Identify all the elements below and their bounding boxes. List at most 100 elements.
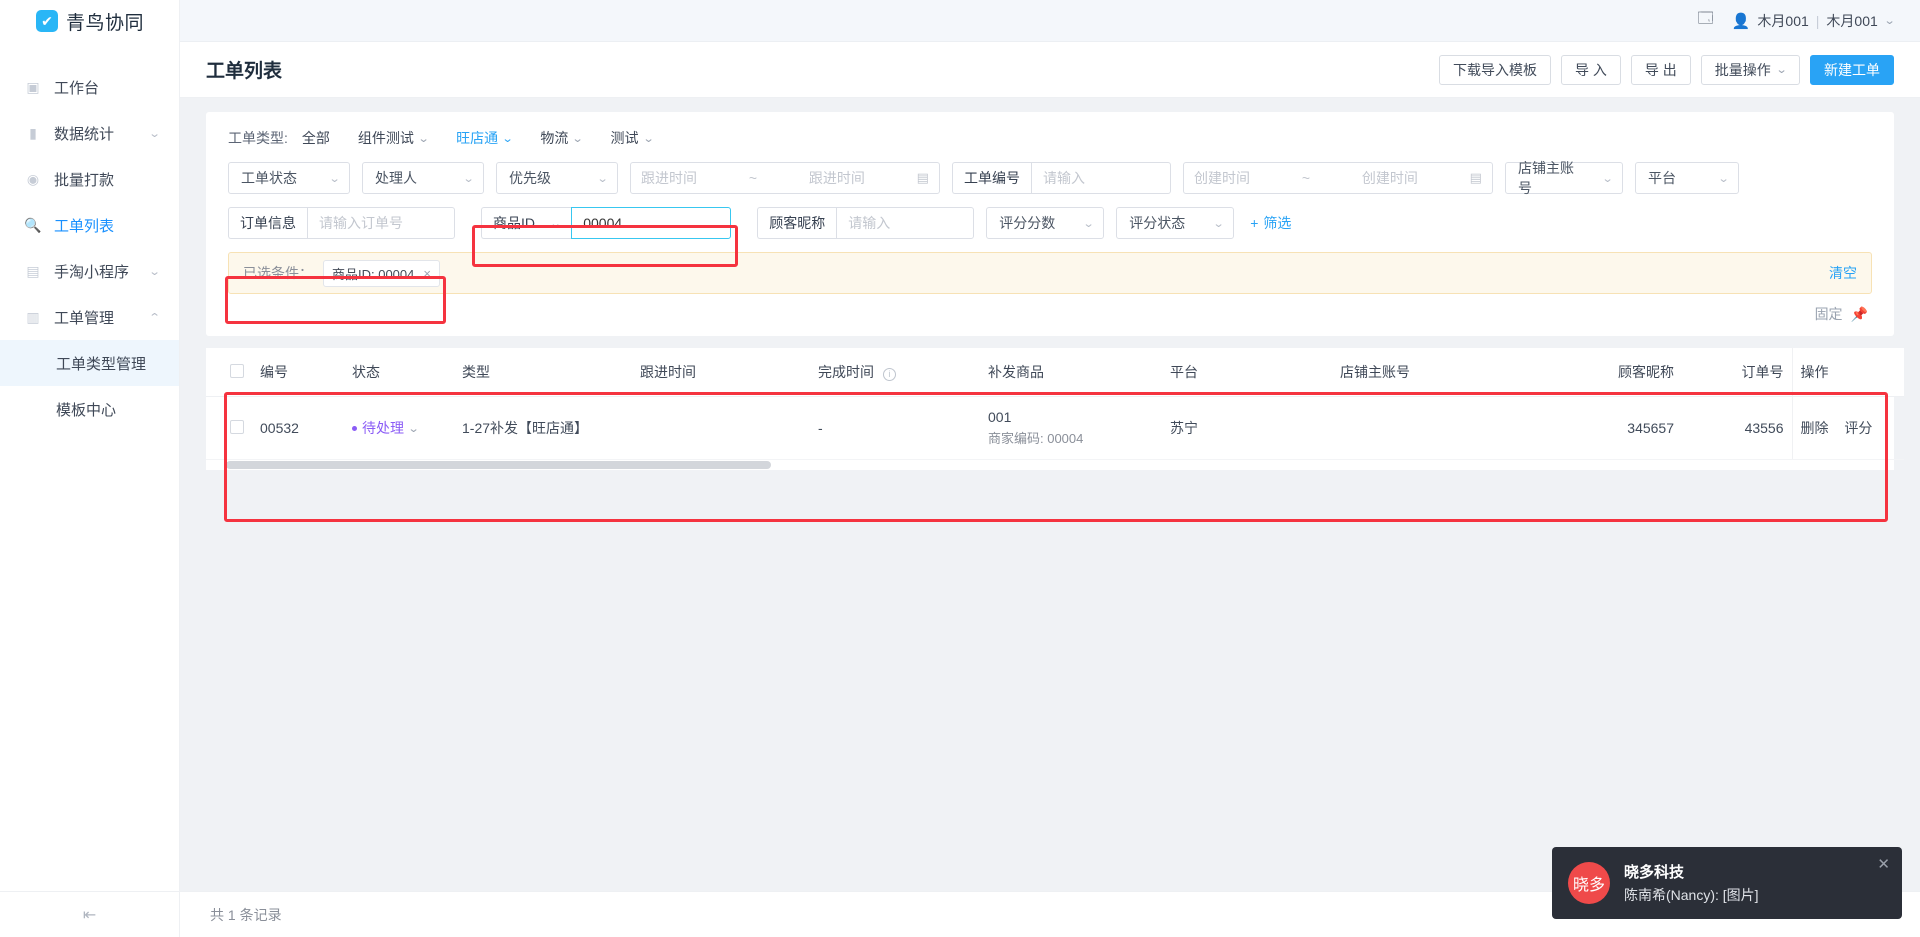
top-bar: 🗔 👤 木月001 | 木月001 ⌄ <box>180 0 1920 42</box>
page-title: 工单列表 <box>206 61 283 82</box>
type-tab-logistics[interactable]: 物流 ⌄ <box>540 128 584 148</box>
sidebar-item-label: 工单列表 <box>54 217 115 235</box>
sidebar-item-ticket-management[interactable]: ▥ 工单管理 ⌃ <box>0 294 179 340</box>
app-switch-icon[interactable]: 🗔 <box>1697 8 1713 33</box>
notification-toast[interactable]: 晓多 晓多科技 陈南希(Nancy): [图片] ✕ <box>1552 847 1902 919</box>
cell-status: 待处理 ⌄ <box>344 396 454 460</box>
table-horizontal-scrollbar[interactable] <box>206 460 1894 470</box>
goods-id-select[interactable]: 商品ID ⌄ <box>481 207 572 239</box>
more-filter-button[interactable]: + 筛选 <box>1250 213 1291 233</box>
sidebar-item-ticket-list[interactable]: 🔍 工单列表 <box>0 202 179 248</box>
create-time-range-picker[interactable]: 创建时间 ~ 创建时间 ▤ <box>1183 162 1493 194</box>
handler-select[interactable]: 处理人 ⌄ <box>362 162 484 194</box>
selected-condition-tag[interactable]: 商品ID: 00004 × <box>323 259 440 287</box>
sidebar-item-statistics[interactable]: ▮ 数据统计 ⌄ <box>0 110 179 156</box>
brand-name: 青鸟协同 <box>66 12 145 34</box>
chevron-down-icon: ⌄ <box>148 127 161 140</box>
follow-time-end: 跟进时间 <box>808 170 865 186</box>
sidebar-subitem-label: 工单类型管理 <box>56 355 147 373</box>
row-checkbox[interactable] <box>230 419 244 434</box>
platform-select[interactable]: 平台 ⌄ <box>1635 162 1739 194</box>
shop-account-select[interactable]: 店铺主账号 ⌄ <box>1505 160 1623 196</box>
user-menu[interactable]: 👤 木月001 | 木月001 ⌄ <box>1732 11 1896 31</box>
sidebar-item-batch-payment[interactable]: ◉ 批量打款 <box>0 156 179 202</box>
column-header-reship-goods: 补发商品 <box>980 348 1162 397</box>
chevron-down-icon: ⌄ <box>417 132 430 145</box>
scrollbar-thumb[interactable] <box>226 461 771 469</box>
chevron-down-icon: ⌄ <box>1601 172 1614 185</box>
sidebar-collapse-button[interactable]: ⇤ <box>0 891 179 937</box>
sidebar-subitem-template-center[interactable]: 模板中心 <box>0 386 179 432</box>
goods-code: 商家编码: 00004 <box>988 431 1084 446</box>
sidebar-item-taobao-miniprogram[interactable]: ▤ 手淘小程序 ⌄ <box>0 248 179 294</box>
chevron-down-icon: ⌄ <box>1883 15 1896 27</box>
header-actions: 下载导入模板 导 入 导 出 批量操作 ⌄ 新建工单 <box>1439 54 1894 85</box>
score-select[interactable]: 评分分数 ⌄ <box>986 207 1105 239</box>
table-row[interactable]: 00532 待处理 ⌄ 1-27补发【旺店通】 - 001 商家编码: 0000… <box>206 396 1904 460</box>
type-tab-label: 组件测试 <box>357 130 414 146</box>
column-header-order-no: 订单号 <box>1682 348 1792 397</box>
status-badge[interactable]: 待处理 ⌄ <box>352 418 420 438</box>
cell-actions: 删除 评分 <box>1791 396 1904 460</box>
sidebar-subitem-ticket-type-management[interactable]: 工单类型管理 <box>0 340 179 386</box>
user-org: 木月001 <box>1826 12 1878 29</box>
chevron-down-icon: ⌄ <box>462 172 475 185</box>
type-tab-wangdiantong[interactable]: 旺店通 ⌄ <box>456 128 514 148</box>
column-header-follow-time: 跟进时间 <box>632 348 810 397</box>
type-tab-component-test[interactable]: 组件测试 ⌄ <box>357 128 430 148</box>
close-icon[interactable]: ✕ <box>1877 855 1890 873</box>
calendar-icon: ▤ <box>1469 170 1482 185</box>
note-icon: ▥ <box>26 308 40 325</box>
chevron-down-icon: ⌄ <box>596 172 609 185</box>
export-button[interactable]: 导 出 <box>1630 54 1691 85</box>
column-header-id: 编号 <box>252 348 344 397</box>
score-value: 评分分数 <box>999 215 1056 231</box>
sidebar-item-workbench[interactable]: ▣ 工作台 <box>0 64 179 110</box>
toast-body: 晓多科技 陈南希(Nancy): [图片] <box>1624 861 1759 905</box>
cell-order-no: 43556 <box>1682 396 1792 460</box>
cell-nickname: 345657 <box>1532 396 1682 460</box>
table-head: 编号 状态 类型 跟进时间 完成时间 i 补发商品 平台 店铺主账号 顾客昵称 <box>206 348 1904 397</box>
type-tab-test[interactable]: 测试 ⌄ <box>611 128 655 148</box>
batch-operation-button[interactable]: 批量操作 ⌄ <box>1700 54 1800 85</box>
ticket-no-field: 工单编号 <box>952 162 1171 194</box>
new-ticket-button[interactable]: 新建工单 <box>1810 54 1894 85</box>
filter-row-1: 工单状态 ⌄ 处理人 ⌄ 优先级 ⌄ 跟进时间 ~ 跟进时间 ▤ 工单编号 请输… <box>228 160 1872 196</box>
download-template-button[interactable]: 下载导入模板 <box>1439 54 1551 85</box>
create-time-end: 创建时间 <box>1361 170 1418 186</box>
cell-reship-goods: 001 商家编码: 00004 <box>980 396 1162 460</box>
chevron-down-icon: ⌄ <box>1775 64 1788 76</box>
goods-id-input[interactable] <box>571 207 732 239</box>
pin-icon[interactable]: 📌 <box>1851 306 1868 323</box>
chevron-down-icon: ⌄ <box>571 132 584 145</box>
sidebar-item-label: 批量打款 <box>54 171 115 189</box>
select-all-checkbox[interactable] <box>230 363 244 378</box>
handler-value: 处理人 <box>375 170 417 186</box>
clear-conditions-button[interactable]: 清空 <box>1829 263 1857 283</box>
ticket-status-select[interactable]: 工单状态 ⌄ <box>228 162 350 194</box>
score-action-link[interactable]: 评分 <box>1844 420 1872 436</box>
user-name: 木月001 <box>1757 12 1809 29</box>
order-info-input[interactable] <box>307 207 455 239</box>
score-status-select[interactable]: 评分状态 ⌄ <box>1116 207 1235 239</box>
customer-nickname-input[interactable] <box>836 207 975 239</box>
ticket-no-input[interactable] <box>1031 162 1171 194</box>
close-icon[interactable]: × <box>423 266 431 281</box>
follow-time-range-picker[interactable]: 跟进时间 ~ 跟进时间 ▤ <box>630 162 940 194</box>
priority-select[interactable]: 优先级 ⌄ <box>496 162 618 194</box>
status-label: 待处理 <box>362 420 404 437</box>
brand-logo[interactable]: ✔ 青鸟协同 <box>0 0 179 42</box>
type-tab-label: 旺店通 <box>456 130 499 146</box>
type-tab-all[interactable]: 全部 <box>302 128 330 148</box>
pin-label[interactable]: 固定 <box>1815 304 1843 324</box>
delete-action-link[interactable]: 删除 <box>1801 420 1829 436</box>
cell-id: 00532 <box>252 396 344 460</box>
customer-nickname-field: 顾客昵称 <box>757 207 975 239</box>
info-icon[interactable]: i <box>882 368 896 381</box>
chevron-down-icon: ⌄ <box>407 422 420 435</box>
column-header-shop-account: 店铺主账号 <box>1332 348 1532 397</box>
page-content: 工单类型: 全部 组件测试 ⌄ 旺店通 ⌄ 物流 ⌄ 测试 ⌄ 工单状态 ⌄ 处… <box>180 98 1920 891</box>
import-button[interactable]: 导 入 <box>1561 54 1621 85</box>
bar-chart-icon: ▮ <box>29 124 37 141</box>
chevron-up-icon: ⌃ <box>148 311 161 324</box>
